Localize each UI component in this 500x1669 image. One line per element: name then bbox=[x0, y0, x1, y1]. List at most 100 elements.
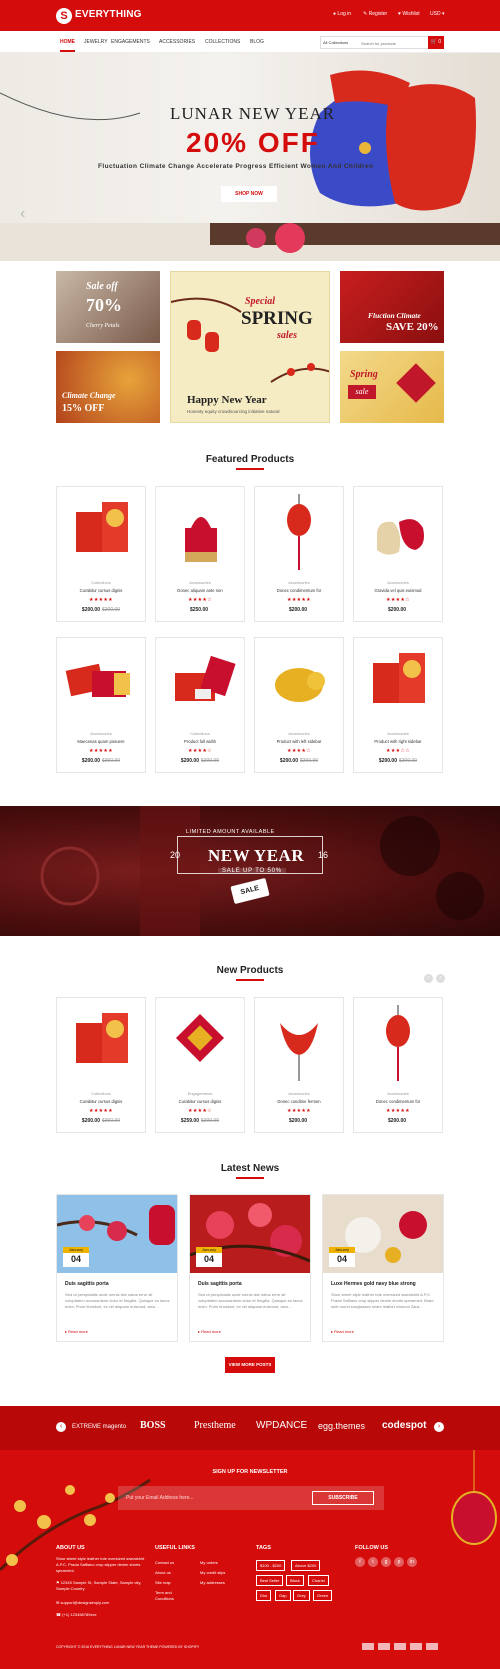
brand-logo[interactable]: WPDANCE bbox=[256, 1420, 307, 1431]
product-name[interactable]: Curabitur cursus dignis bbox=[57, 588, 145, 593]
footer-link[interactable]: Term and Conditions bbox=[155, 1590, 183, 1602]
nav-jewelry[interactable]: JEWELRY bbox=[84, 39, 108, 45]
tag[interactable]: $100 - $200 bbox=[256, 1560, 286, 1571]
tag[interactable]: Above $200 bbox=[291, 1560, 321, 1571]
product-card[interactable]: Accessories Product with right sidebar ★… bbox=[353, 637, 443, 773]
promo-spring-sale[interactable]: Spring sale bbox=[340, 351, 444, 423]
product-name[interactable]: Donec condime fermen bbox=[255, 1099, 343, 1104]
footer-link[interactable]: My orders bbox=[200, 1560, 218, 1566]
search-bar: All Collections ⚲ bbox=[320, 36, 444, 49]
register-link[interactable]: ✎ Register bbox=[363, 11, 387, 17]
read-more-link[interactable]: ▸ Read more bbox=[198, 1329, 221, 1334]
nav-collections[interactable]: COLLECTIONS bbox=[205, 39, 240, 45]
tag[interactable]: Green bbox=[313, 1590, 333, 1601]
read-more-link[interactable]: ▸ Read more bbox=[65, 1329, 88, 1334]
news-headline[interactable]: Duis sagittis porta bbox=[198, 1281, 242, 1287]
footer-link[interactable]: Contact us bbox=[155, 1560, 174, 1566]
prev-slide-icon[interactable]: ‹ bbox=[20, 205, 25, 223]
product-card[interactable]: Collections Product full width ★★★★☆ $20… bbox=[155, 637, 245, 773]
footer-link[interactable]: My credit slips bbox=[200, 1570, 225, 1576]
brand-next-icon[interactable]: › bbox=[434, 1422, 444, 1432]
cart-button[interactable]: 🛒 0 bbox=[428, 36, 444, 49]
news-card[interactable]: January 04 Duis sagittis porta Sed ut per… bbox=[189, 1194, 311, 1342]
product-name[interactable]: Donec condimentum for bbox=[255, 588, 343, 593]
brand-logo[interactable]: egg.themes bbox=[318, 1421, 365, 1431]
red-envelope-icon bbox=[76, 1013, 128, 1063]
nav-blog[interactable]: BLOG bbox=[250, 39, 264, 45]
facebook-icon[interactable]: f bbox=[355, 1557, 365, 1567]
product-name[interactable]: Product with right sidebar bbox=[354, 739, 442, 744]
logo-icon[interactable]: S bbox=[56, 8, 72, 24]
product-card[interactable]: Accessories Product with left sidebar ★★… bbox=[254, 637, 344, 773]
tag[interactable]: Dior bbox=[256, 1590, 272, 1601]
amex-icon bbox=[410, 1643, 422, 1650]
brand-logo[interactable]: Prestheme bbox=[194, 1420, 236, 1431]
news-excerpt: Sed ut perspiciatis unde omnis iste natu… bbox=[198, 1292, 303, 1309]
product-name[interactable]: Curabitur cursus dignis bbox=[156, 1099, 244, 1104]
view-more-posts-button[interactable]: VIEW MORE POSTS bbox=[225, 1357, 275, 1373]
product-card[interactable]: Accessories Donec condime fermen ★★★★★ $… bbox=[254, 997, 344, 1133]
footer-link[interactable]: About us bbox=[155, 1570, 171, 1576]
tag[interactable]: Black bbox=[286, 1575, 304, 1586]
promo-sale-70[interactable]: Sale off 70% Cherry Petals bbox=[56, 271, 160, 343]
news-headline[interactable]: Duis sagittis porta bbox=[65, 1281, 109, 1287]
news-card[interactable]: January 04 Luxe Hermes gold navy blue str… bbox=[322, 1194, 444, 1342]
product-name[interactable]: Curabitur cursus dignis bbox=[57, 1099, 145, 1104]
nav-accessories[interactable]: ACCESSORIES bbox=[159, 39, 195, 45]
product-rating: ★★★☆☆ bbox=[386, 748, 410, 754]
news-headline[interactable]: Luxe Hermes gold navy blue strong bbox=[331, 1281, 416, 1287]
linkedin-icon[interactable]: in bbox=[407, 1557, 417, 1567]
brand-prev-icon[interactable]: ‹ bbox=[56, 1422, 66, 1432]
product-name[interactable]: Product with left sidebar bbox=[255, 739, 343, 744]
product-name[interactable]: Donec aliquam ante non bbox=[156, 588, 244, 593]
subscribe-button[interactable]: SUBSCRIBE bbox=[312, 1491, 374, 1505]
product-card[interactable]: Accessories Donec condimentum for ★★★★★ … bbox=[353, 997, 443, 1133]
logo-text[interactable]: EVERYTHING bbox=[75, 9, 142, 20]
brand-logo[interactable]: BOSS bbox=[140, 1420, 166, 1431]
brand-logo[interactable]: EXTREME magento bbox=[72, 1424, 126, 1430]
nav-home[interactable]: HOME bbox=[60, 39, 75, 52]
product-rating: ★★★★★ bbox=[287, 597, 311, 603]
search-input[interactable] bbox=[361, 38, 421, 48]
tag[interactable]: Best Seller bbox=[256, 1575, 284, 1586]
promo-fluction-climate[interactable]: Fluction Climate SAVE 20% bbox=[340, 271, 444, 343]
news-card[interactable]: January 04 Duis sagittis porta Sed ut per… bbox=[56, 1194, 178, 1342]
news-month: January bbox=[63, 1247, 89, 1253]
product-card[interactable]: Accessories Donec condimentum for ★★★★★ … bbox=[254, 486, 344, 622]
next-arrow-icon[interactable]: › bbox=[436, 974, 445, 983]
pinterest-icon[interactable]: p bbox=[394, 1557, 404, 1567]
footer-link[interactable]: My addresses bbox=[200, 1580, 225, 1586]
tag[interactable]: Gap bbox=[275, 1590, 291, 1601]
prev-arrow-icon[interactable]: ‹ bbox=[424, 974, 433, 983]
product-name[interactable]: Donec condimentum for bbox=[354, 1099, 442, 1104]
product-name[interactable]: Maecenas quam posuere bbox=[57, 739, 145, 744]
email-line[interactable]: ✉ support@designsimply.com bbox=[56, 1600, 148, 1606]
currency-select[interactable]: USD ▾ bbox=[430, 11, 444, 17]
brand-logo[interactable]: codespot bbox=[382, 1420, 426, 1431]
product-card[interactable]: Accessories Gravida vel quis euismod ★★★… bbox=[353, 486, 443, 622]
product-name[interactable]: Product full width bbox=[156, 739, 244, 744]
twitter-icon[interactable]: t bbox=[368, 1557, 378, 1567]
product-card[interactable]: Accessories Donec aliquam ante non ★★★★☆… bbox=[155, 486, 245, 622]
featured-title-underline bbox=[236, 468, 264, 470]
product-card[interactable]: Engagements Curabitur cursus dignis ★★★★… bbox=[155, 997, 245, 1133]
tag[interactable]: Grey bbox=[293, 1590, 310, 1601]
footer-link[interactable]: Site map bbox=[155, 1580, 171, 1586]
login-link[interactable]: ● Log in bbox=[333, 11, 351, 17]
address-text: 12345 Sample St, Sample State, Sample ci… bbox=[56, 1580, 142, 1591]
google-plus-icon[interactable]: g bbox=[381, 1557, 391, 1567]
promo-spring-sales[interactable]: Special SPRING sales Happy New Year Hone… bbox=[170, 271, 330, 423]
tag[interactable]: Chanel bbox=[308, 1575, 329, 1586]
product-card[interactable]: Accessories Maecenas quam posuere ★★★★★ … bbox=[56, 637, 146, 773]
category-select[interactable]: All Collections bbox=[323, 40, 348, 45]
shop-now-button[interactable]: SHOP NOW bbox=[221, 186, 277, 202]
nav-engagements[interactable]: ENGAGEMENTS bbox=[111, 39, 150, 45]
promo-climate-change[interactable]: Climate Change 15% OFF bbox=[56, 351, 160, 423]
product-category: Accessories bbox=[387, 731, 409, 736]
wishlist-link[interactable]: ♥ Wishlist bbox=[398, 11, 420, 17]
news-month: January bbox=[196, 1247, 222, 1253]
read-more-link[interactable]: ▸ Read more bbox=[331, 1329, 354, 1334]
product-card[interactable]: Collections Curabitur cursus dignis ★★★★… bbox=[56, 997, 146, 1133]
product-name[interactable]: Gravida vel quis euismod bbox=[354, 588, 442, 593]
product-card[interactable]: Collections Curabitur cursus dignis ★★★★… bbox=[56, 486, 146, 622]
